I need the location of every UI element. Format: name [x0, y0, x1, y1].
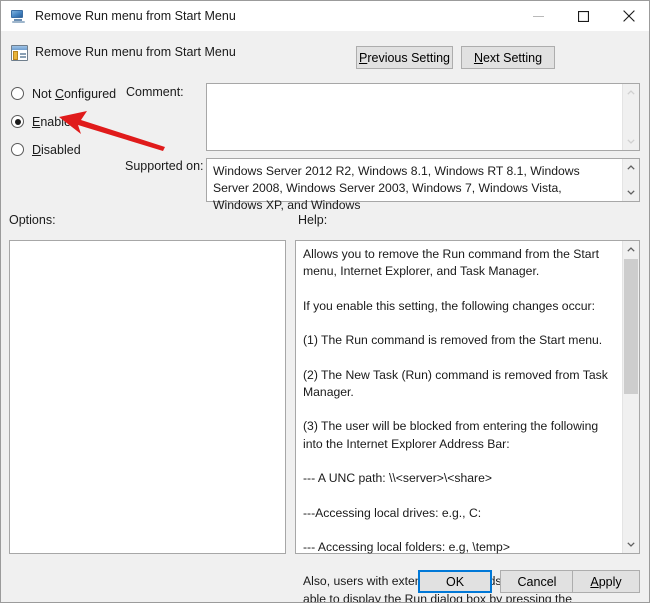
- comment-input[interactable]: [206, 83, 640, 151]
- next-setting-accel: N: [473, 50, 483, 65]
- supported-on-field[interactable]: Windows Server 2012 R2, Windows 8.1, Win…: [206, 158, 640, 212]
- radio-disabled-indicator: [11, 143, 24, 156]
- scroll-up-icon[interactable]: [623, 241, 639, 258]
- previous-setting-label: revious Setting: [367, 50, 451, 65]
- cancel-button[interactable]: Cancel: [500, 570, 574, 593]
- scroll-up-icon[interactable]: [623, 84, 639, 101]
- apply-accel: A: [590, 574, 599, 589]
- scroll-down-icon[interactable]: [623, 133, 639, 150]
- radio-disabled-label: Disabled: [32, 142, 81, 157]
- window-title: Remove Run menu from Start Menu: [35, 9, 236, 23]
- help-label: Help:: [298, 213, 328, 227]
- group-policy-setting-dialog: Remove Run menu from Start Menu Remove R…: [0, 0, 650, 603]
- help-paragraph: --- A UNC path: \\<server>\<share>: [303, 471, 492, 486]
- comment-label: Comment:: [126, 85, 184, 99]
- previous-setting-button[interactable]: Previous Setting: [356, 46, 453, 69]
- scroll-up-icon[interactable]: [623, 159, 639, 176]
- next-setting-label: ext Setting: [482, 50, 543, 65]
- options-label: Options:: [9, 213, 56, 227]
- comment-scrollbar[interactable]: [622, 84, 639, 150]
- scroll-down-icon[interactable]: [623, 536, 639, 553]
- supported-on-scrollbar[interactable]: [622, 159, 639, 201]
- computer-monitor-icon: [10, 8, 26, 24]
- help-panel[interactable]: Allows you to remove the Run command fro…: [295, 240, 640, 602]
- minimize-icon[interactable]: [516, 1, 561, 31]
- close-icon[interactable]: [606, 1, 649, 31]
- supported-on-value: Windows Server 2012 R2, Windows 8.1, Win…: [213, 164, 580, 212]
- title-bar: Remove Run menu from Start Menu: [1, 1, 649, 31]
- radio-not-configured-label: Not Configured: [32, 86, 117, 101]
- group-policy-setting-icon: [11, 45, 28, 61]
- help-scrollbar[interactable]: [622, 241, 639, 553]
- help-scroll-thumb[interactable]: [624, 259, 638, 394]
- radio-not-configured[interactable]: Not Configured: [11, 85, 116, 102]
- radio-enabled[interactable]: Enabled: [11, 113, 78, 130]
- options-panel[interactable]: [9, 240, 286, 554]
- scroll-down-icon[interactable]: [623, 184, 639, 201]
- supported-on-label: Supported on:: [125, 159, 204, 173]
- maximize-icon[interactable]: [561, 1, 606, 31]
- help-paragraph: Allows you to remove the Run command fro…: [303, 247, 600, 279]
- setting-name: Remove Run menu from Start Menu: [35, 45, 236, 59]
- help-paragraph: (1) The Run command is removed from the …: [303, 333, 603, 348]
- help-paragraph: ---Accessing local drives: e.g., C:: [303, 505, 482, 520]
- apply-label: pply: [598, 574, 622, 589]
- radio-disabled[interactable]: Disabled: [11, 141, 81, 158]
- radio-not-configured-indicator: [11, 87, 24, 100]
- apply-button[interactable]: Apply: [572, 570, 640, 593]
- help-text: Allows you to remove the Run command fro…: [303, 246, 613, 602]
- ok-button[interactable]: OK: [418, 570, 492, 593]
- help-paragraph: (3) The user will be blocked from enteri…: [303, 419, 599, 451]
- help-paragraph: If you enable this setting, the followin…: [303, 298, 596, 313]
- help-paragraph: --- Accessing local folders: e.g, \temp>: [303, 540, 510, 555]
- radio-enabled-label: Enabled: [32, 114, 78, 129]
- next-setting-button[interactable]: Next Setting: [461, 46, 555, 69]
- radio-enabled-indicator: [11, 115, 24, 128]
- help-paragraph: (2) The New Task (Run) command is remove…: [303, 367, 608, 400]
- window-controls: [516, 1, 649, 31]
